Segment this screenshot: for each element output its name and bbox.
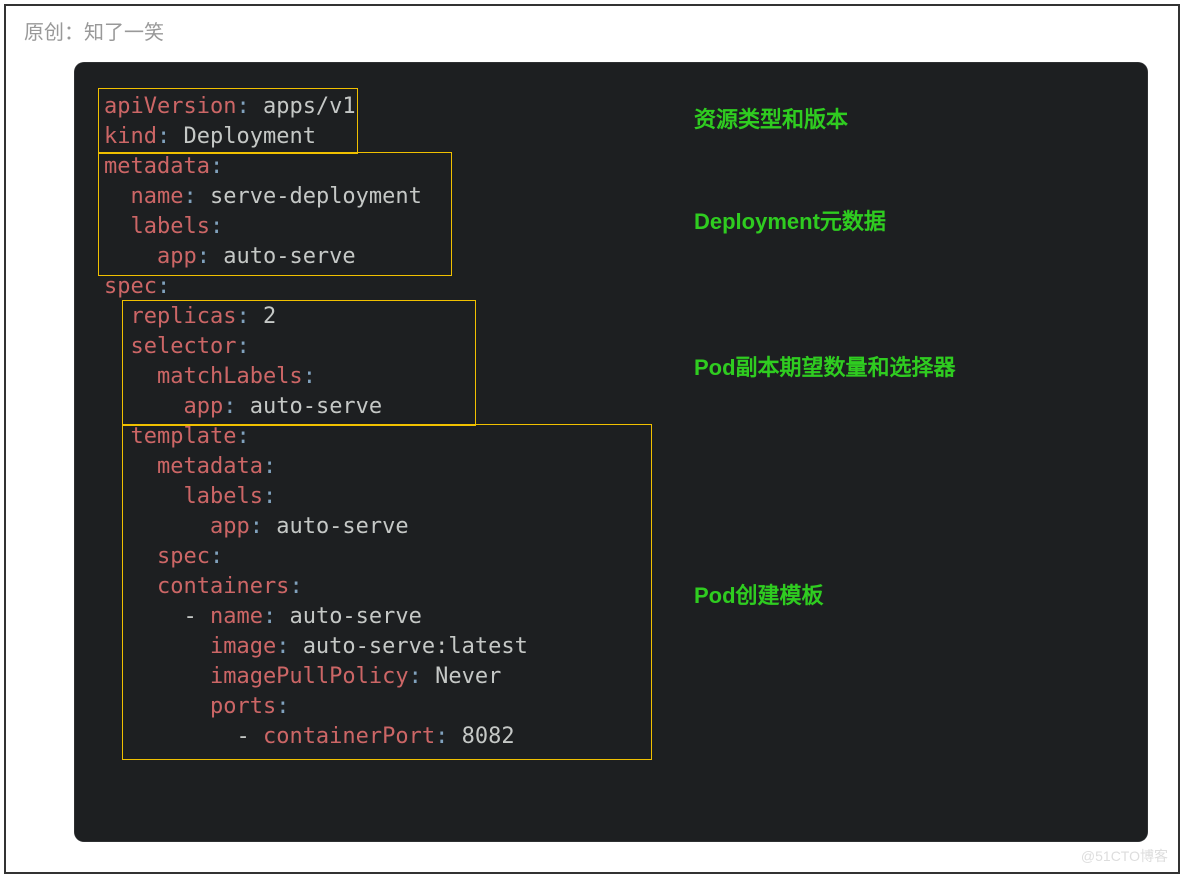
yaml-colon: : <box>157 274 170 299</box>
code-panel: apiVersion: apps/v1 kind: Deployment met… <box>74 62 1148 842</box>
annotation-label-3: Pod副本期望数量和选择器 <box>694 350 956 382</box>
annotation-label-1: 资源类型和版本 <box>694 102 848 134</box>
annotation-label-4: Pod创建模板 <box>694 578 824 610</box>
highlight-box-1 <box>98 88 358 154</box>
document-frame: 原创：知了一笑 apiVersion: apps/v1 kind: Deploy… <box>4 4 1180 874</box>
attribution-text: 原创：知了一笑 <box>24 16 164 45</box>
watermark-text: @51CTO博客 <box>1081 846 1168 866</box>
highlight-box-4 <box>122 424 652 760</box>
highlight-box-3 <box>122 300 476 426</box>
yaml-key: spec <box>104 274 157 299</box>
highlight-box-2 <box>98 152 452 276</box>
annotation-label-2: Deployment元数据 <box>694 204 886 236</box>
